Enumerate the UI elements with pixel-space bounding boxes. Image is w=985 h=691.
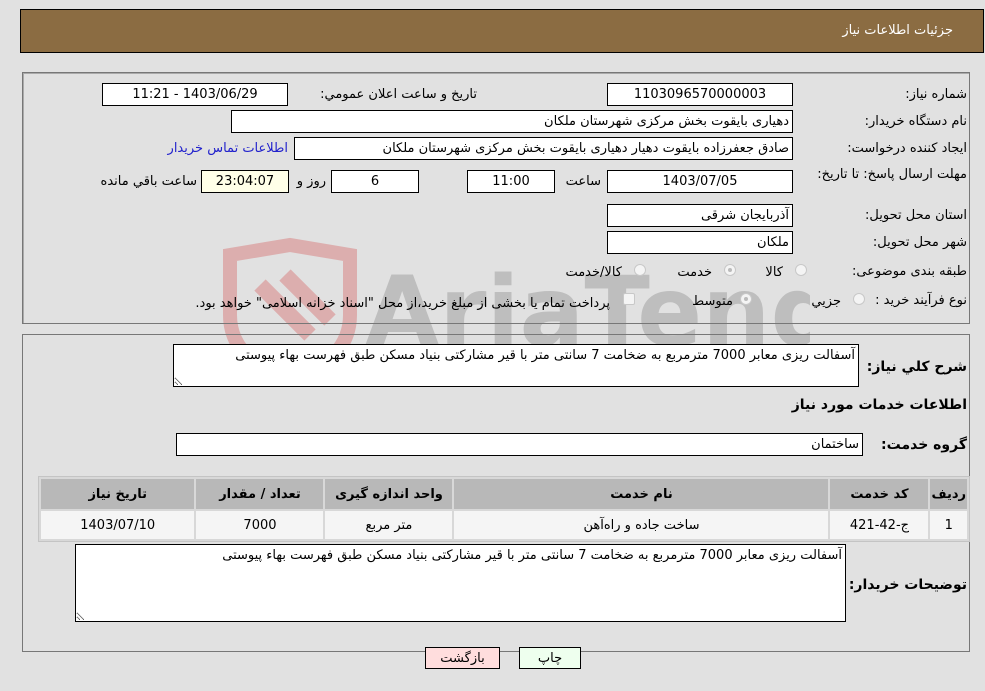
cell-service-name: ساخت جاده و راه‌آهن (454, 511, 829, 539)
days-remaining-field: 6 (331, 170, 419, 193)
page-header: جزئیات اطلاعات نیاز (20, 9, 984, 53)
buyer-notes-textarea[interactable]: آسفالت ریزی معابر 7000 مترمربع به ضخامت … (75, 544, 846, 622)
need-number-label: شماره نیاز: (905, 87, 967, 102)
creator-field: صادق جعفرزاده بایقوت دهیار دهیاری بایقوت… (294, 137, 793, 160)
buyer-notes-label: توضیحات خریدار: (848, 577, 967, 593)
category-radio-service[interactable] (724, 264, 736, 276)
process-option-minor: جزیي (811, 294, 841, 309)
buyer-org-label: نام دستگاه خریدار: (864, 114, 967, 129)
category-option-service: خدمت (677, 265, 712, 280)
treasury-note: پرداخت تمام یا بخشی از مبلغ خرید،از محل … (195, 296, 610, 311)
announce-field: 1403/06/29 - 11:21 (102, 83, 288, 106)
deadline-label: مهلت ارسال پاسخ: تا تاریخ: (817, 167, 967, 182)
category-option-goods-service: کالا/خدمت (565, 265, 622, 280)
time-remaining-field: 23:04:07 (201, 170, 289, 193)
col-header-row-number: ردیف (930, 479, 967, 509)
cell-quantity: 7000 (196, 511, 324, 539)
category-radio-goods[interactable] (795, 264, 807, 276)
col-header-quantity: تعداد / مقدار (196, 479, 324, 509)
print-button[interactable]: چاپ (519, 647, 581, 669)
services-section-title: اطلاعات خدمات مورد نیاز (791, 397, 967, 413)
service-group-field: ساختمان (176, 433, 863, 456)
city-field: ملکان (607, 231, 793, 254)
col-header-service-name: نام خدمت (454, 479, 829, 509)
table-row: 1 ج-42-421 ساخت جاده و راه‌آهن متر مربع … (41, 511, 967, 539)
cell-unit: متر مربع (325, 511, 453, 539)
deadline-time-field: 11:00 (467, 170, 555, 193)
creator-label: ایجاد کننده درخواست: (847, 141, 967, 156)
back-button[interactable]: بازگشت (425, 647, 500, 669)
province-label: استان محل تحویل: (865, 208, 967, 223)
category-option-goods: کالا (765, 265, 783, 280)
col-header-need-date: تاریخ نیاز (41, 479, 195, 509)
service-group-label: گروه خدمت: (881, 437, 967, 453)
buyer-org-field: دهیاری بایقوت بخش مرکزی شهرستان ملکان (231, 110, 793, 133)
buyer-contact-link[interactable]: اطلاعات تماس خریدار (168, 141, 288, 156)
description-label: شرح کلي نیاز: (866, 359, 967, 375)
cell-row-number: 1 (930, 511, 967, 539)
page-title: جزئیات اطلاعات نیاز (842, 23, 953, 38)
process-label: نوع فرآیند خرید : (875, 293, 967, 308)
cell-need-date: 1403/07/10 (41, 511, 195, 539)
time-remaining-label: ساعت باقي مانده (100, 174, 197, 189)
need-number-field: 1103096570000003 (607, 83, 793, 106)
city-label: شهر محل تحویل: (872, 235, 967, 250)
col-header-unit: واحد اندازه گیری (325, 479, 453, 509)
deadline-time-label: ساعت (565, 174, 601, 189)
col-header-service-code: کد خدمت (830, 479, 929, 509)
announce-label: تاریخ و ساعت اعلان عمومي: (320, 87, 477, 102)
category-radio-goods-service[interactable] (634, 264, 646, 276)
cell-service-code: ج-42-421 (830, 511, 929, 539)
process-radio-minor[interactable] (853, 293, 865, 305)
days-label: روز و (296, 174, 326, 189)
province-field: آذربایجان شرقی (607, 204, 793, 227)
description-textarea[interactable]: آسفالت ریزی معابر 7000 مترمربع به ضخامت … (173, 344, 859, 387)
process-radio-medium[interactable] (740, 293, 752, 305)
table-header-row: ردیف کد خدمت نام خدمت واحد اندازه گیری ت… (41, 479, 967, 509)
services-table: ردیف کد خدمت نام خدمت واحد اندازه گیری ت… (38, 476, 970, 542)
treasury-checkbox[interactable] (623, 293, 635, 305)
category-label: طبقه بندی موضوعی: (851, 264, 967, 279)
process-option-medium: متوسط (692, 294, 733, 309)
deadline-date-field: 1403/07/05 (607, 170, 793, 193)
